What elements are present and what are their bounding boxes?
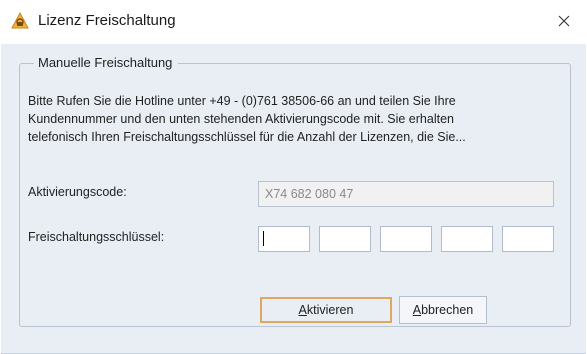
instructions-text: Bitte Rufen Sie die Hotline unter +49 - … xyxy=(28,92,564,146)
unlock-key-segment-1[interactable] xyxy=(258,226,310,252)
close-icon xyxy=(558,15,570,30)
warning-key-icon xyxy=(11,11,29,30)
unlock-key-segment-2[interactable] xyxy=(319,226,371,252)
close-button[interactable] xyxy=(541,0,587,44)
unlock-key-label: Freischaltungsschlüssel: xyxy=(28,230,165,244)
activate-button[interactable]: Aktivieren xyxy=(260,297,392,323)
cancel-button[interactable]: Abbrechen xyxy=(399,296,487,324)
group-title: Manuelle Freischaltung xyxy=(34,55,179,70)
unlock-key-segment-5[interactable] xyxy=(502,226,554,252)
activate-button-label: Aktivieren xyxy=(298,303,354,317)
instructions-line: Kundennummer und den unten stehenden Akt… xyxy=(28,112,454,126)
text-caret xyxy=(263,231,264,246)
title-bar: Lizenz Freischaltung xyxy=(0,0,587,44)
window-title: Lizenz Freischaltung xyxy=(38,12,176,29)
unlock-key-segment-3[interactable] xyxy=(380,226,432,252)
activation-code-label: Aktivierungscode: xyxy=(28,185,127,199)
cancel-button-label: Abbrechen xyxy=(412,303,474,317)
dialog-body: Manuelle Freischaltung Bitte Rufen Sie d… xyxy=(1,44,586,354)
manual-activation-group: Manuelle Freischaltung Bitte Rufen Sie d… xyxy=(19,55,571,327)
instructions-line: telefonisch Ihren Freischaltungsschlüsse… xyxy=(28,130,466,144)
instructions-line: Bitte Rufen Sie die Hotline unter +49 - … xyxy=(28,94,456,108)
activation-code-field[interactable]: X74 682 080 47 xyxy=(258,181,554,207)
unlock-key-segment-4[interactable] xyxy=(441,226,493,252)
